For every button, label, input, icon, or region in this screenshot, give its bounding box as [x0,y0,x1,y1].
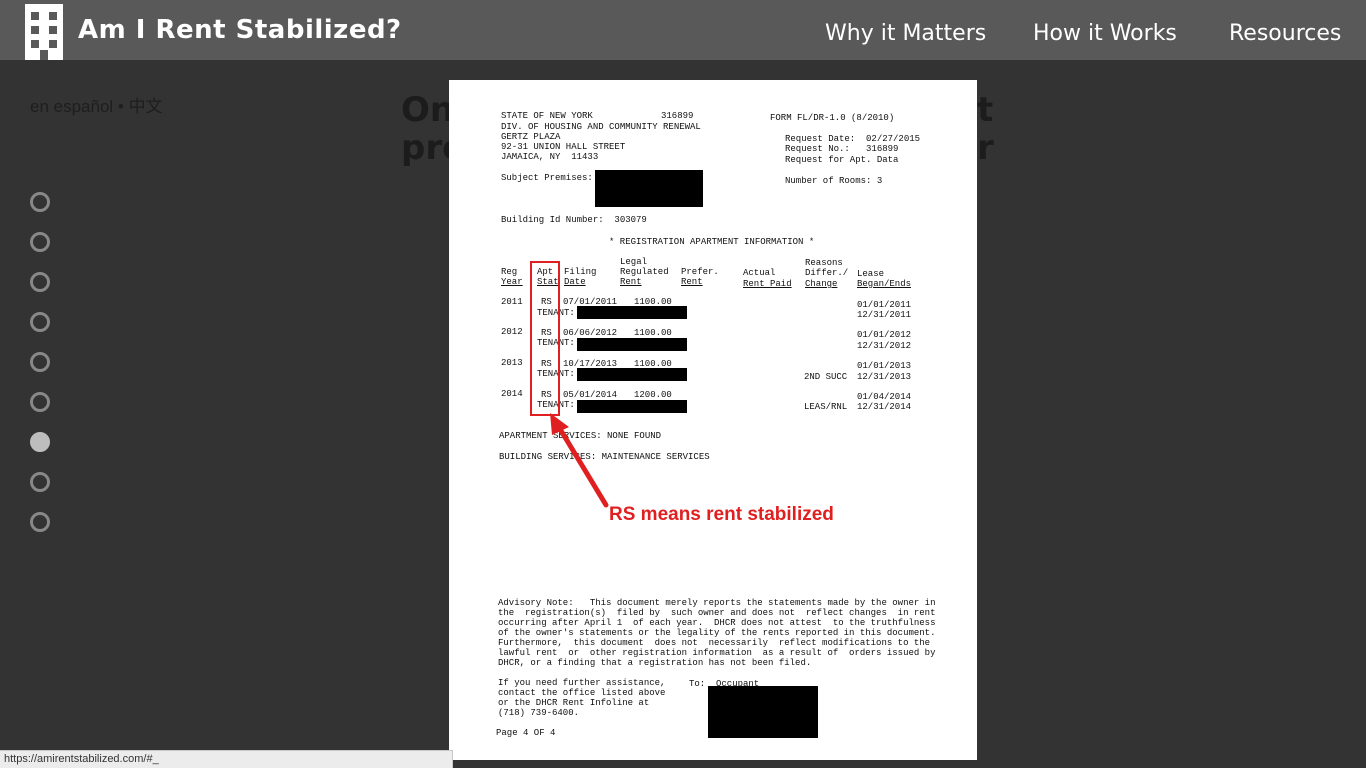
annotation-arrow-icon [550,413,609,508]
assistance-line: contact the office listed above [498,688,666,698]
row-lease-ends: 12/31/2012 [857,341,912,351]
heading-fragment: On [401,90,455,130]
assistance-line: (718) 739-6400. [498,708,580,718]
agency-line: JAMAICA, NY 11433 [501,152,599,162]
assistance-line: or the DHCR Rent Infoline at [498,698,650,708]
redacted-tenant [577,306,687,319]
site-header: Am I Rent Stabilized? Why it Matters How… [0,0,1366,60]
agency-number: 316899 [661,111,694,121]
row-reason: LEAS/RNL [804,402,848,412]
slide-dot[interactable] [30,392,50,412]
redacted-address [708,686,818,738]
col-header: Rent [620,277,642,287]
agency-line: 92-31 UNION HALL STREET [501,142,626,152]
row-year: 2013 [501,358,523,368]
row-lease-began: 01/04/2014 [857,392,912,402]
request-for: Request for Apt. Data [785,155,899,165]
advisory-line: Furthermore, this document does not nece… [498,638,931,648]
heading-fragment: r [977,128,994,168]
row-lease-began: 01/01/2013 [857,361,912,371]
request-no: Request No.: 316899 [785,144,899,154]
row-lease-ends: 12/31/2014 [857,402,912,412]
col-header: Year [501,277,523,287]
row-lease-ends: 12/31/2011 [857,310,912,320]
row-year: 2014 [501,389,523,399]
site-title[interactable]: Am I Rent Stabilized? [78,15,402,45]
building-id: Building Id Number: 303079 [501,215,647,225]
row-year: 2011 [501,297,523,307]
nav-resources[interactable]: Resources [1229,21,1341,46]
agency-line: STATE OF NEW YORK [501,111,593,121]
redacted-block [595,170,703,207]
nav-why-it-matters[interactable]: Why it Matters [825,21,986,46]
annotation-label: RS means rent stabilized [609,504,834,525]
apt-stat-highlight-box [530,261,560,416]
col-header: Lease [857,269,885,279]
section-title: * REGISTRATION APARTMENT INFORMATION * [609,237,815,247]
col-header: Regulated [620,267,669,277]
row-date: 06/06/2012 [563,328,618,338]
advisory-line: of the owner's statements or the legalit… [498,628,936,638]
col-header: Filing [564,267,597,277]
agency-line: GERTZ PLAZA [501,132,561,142]
col-header: Reg [501,267,518,277]
row-date: 05/01/2014 [563,390,618,400]
col-header: Rent Paid [743,279,792,289]
rent-history-document[interactable]: STATE OF NEW YORK 316899 DIV. OF HOUSING… [449,80,977,760]
slide-dot[interactable] [30,232,50,252]
language-links[interactable]: en español • 中文 [30,92,163,117]
col-header: Prefer. [681,267,719,277]
col-header: Differ./ [805,268,849,278]
advisory-line: lawful rent or other registration inform… [498,648,936,658]
row-year: 2012 [501,327,523,337]
number-of-rooms: Number of Rooms: 3 [785,176,883,186]
advisory-line: the registration(s) filed by such owner … [498,608,936,618]
form-id: FORM FL/DR-1.0 (8/2010) [770,113,895,123]
slide-dot[interactable] [30,352,50,372]
agency-line: DIV. OF HOUSING AND COMMUNITY RENEWAL [501,122,701,132]
heading-fragment: t [977,90,994,130]
advisory-line: occurring after April 1 of each year. DH… [498,618,936,628]
link-status-bar: https://amirentstabilized.com/#_ [0,750,453,768]
redacted-tenant [577,368,687,381]
nav-how-it-works[interactable]: How it Works [1033,21,1177,46]
col-header: Change [805,279,838,289]
advisory-line: DHCR, or a finding that a registration h… [498,658,812,668]
assistance-line: If you need further assistance, [498,678,666,688]
row-rent: 1100.00 [634,328,672,338]
request-date: Request Date: 02/27/2015 [785,134,921,144]
page-number: Page 4 OF 4 [496,728,556,738]
slide-dot[interactable] [30,272,50,292]
row-reason: 2ND SUCC [804,372,848,382]
slide-dot-active[interactable] [30,432,50,452]
slide-dot[interactable] [30,312,50,332]
row-lease-began: 01/01/2012 [857,330,912,340]
row-lease-began: 01/01/2011 [857,300,912,310]
redacted-tenant [577,338,687,351]
slide-dot[interactable] [30,192,50,212]
col-header: Legal [620,257,648,267]
col-header: Actual [743,268,776,278]
advisory-line: Advisory Note: This document merely repo… [498,598,936,608]
col-header: Date [564,277,586,287]
row-rent: 1200.00 [634,390,672,400]
col-header: Rent [681,277,703,287]
slide-dot[interactable] [30,512,50,532]
row-lease-ends: 12/31/2013 [857,372,912,382]
col-header: Began/Ends [857,279,912,289]
col-header: Reasons [805,258,843,268]
slide-dot[interactable] [30,472,50,492]
subject-premises-label: Subject Premises: [501,173,593,183]
building-logo-icon[interactable] [25,4,63,60]
